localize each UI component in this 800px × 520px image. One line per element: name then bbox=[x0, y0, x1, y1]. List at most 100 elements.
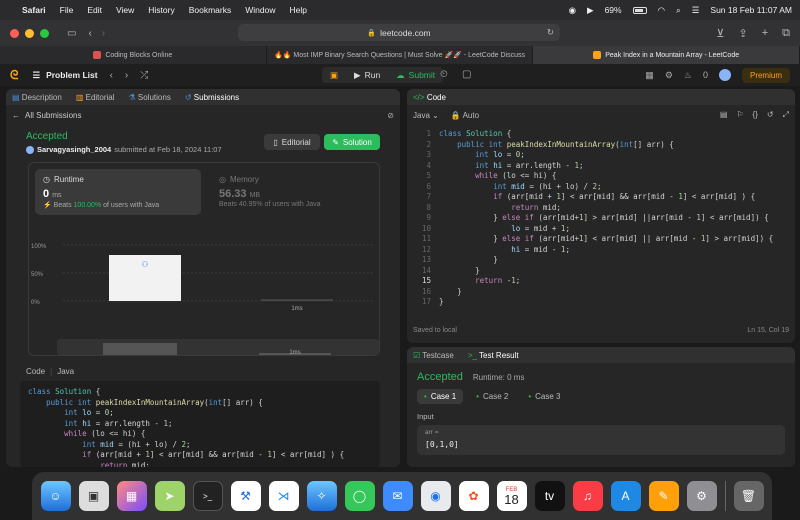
editorial-icon: ▥ bbox=[75, 92, 84, 102]
run-button[interactable]: ▶ Run bbox=[346, 67, 388, 83]
link-icon[interactable]: ⊘ bbox=[387, 111, 394, 120]
solution-button[interactable]: ✎ Solution bbox=[324, 134, 380, 150]
next-problem-icon[interactable]: › bbox=[125, 70, 128, 81]
calendar-icon[interactable]: FEB 18 bbox=[496, 481, 527, 511]
launchpad-icon[interactable]: ▦ bbox=[116, 481, 147, 511]
app-menu[interactable]: Safari bbox=[22, 5, 46, 15]
timer-icon[interactable]: ⏲ bbox=[440, 69, 448, 80]
auto-mode[interactable]: 🔒 Auto bbox=[451, 111, 479, 120]
menu-view[interactable]: View bbox=[116, 5, 134, 15]
search-icon[interactable]: ⌕ bbox=[676, 5, 681, 16]
record-icon[interactable]: ◉ bbox=[569, 5, 576, 16]
braces-icon[interactable]: {} bbox=[753, 110, 758, 120]
terminal-icon[interactable]: >_ bbox=[192, 481, 223, 511]
prev-problem-icon[interactable]: ‹ bbox=[110, 70, 113, 81]
bookmark-icon[interactable]: ⚐ bbox=[736, 110, 743, 120]
datetime[interactable]: Sun 18 Feb 11:07 AM bbox=[710, 5, 792, 15]
tab-editorial[interactable]: ▥ Editorial bbox=[76, 93, 115, 102]
language-label: Java bbox=[413, 110, 430, 120]
messages-icon[interactable]: ◯ bbox=[344, 481, 375, 511]
leetcode-logo-icon[interactable]: ᘓ bbox=[10, 68, 18, 83]
clock-icon: ◷ bbox=[43, 175, 50, 184]
code-editor[interactable]: 1 class Solution {2 public int peakIndexI… bbox=[407, 127, 795, 313]
back-to-submissions[interactable]: ← All Submissions ⊘ bbox=[6, 105, 400, 125]
tab-title: Coding Blocks Online bbox=[105, 51, 173, 59]
menu-edit[interactable]: Edit bbox=[87, 5, 102, 15]
shuffle-icon[interactable]: ⤮ bbox=[140, 70, 148, 81]
tab-testcase[interactable]: ☑ Testcase bbox=[413, 351, 454, 360]
minimize-window-icon[interactable] bbox=[25, 28, 34, 38]
settings-icon[interactable]: ⚙ bbox=[665, 70, 673, 81]
fire-icon[interactable]: ♨ bbox=[684, 70, 692, 81]
problem-list-link[interactable]: ☰ Problem List bbox=[32, 70, 97, 81]
avatar[interactable] bbox=[718, 69, 731, 81]
trash-icon[interactable]: 🗑 bbox=[733, 481, 764, 511]
app-store-icon[interactable]: A bbox=[610, 481, 641, 511]
tab-leetcode-discuss[interactable]: 🔥🔥 Most IMP Binary Search Questions | Mu… bbox=[267, 46, 534, 64]
close-window-icon[interactable] bbox=[10, 28, 19, 38]
menu-window[interactable]: Window bbox=[245, 5, 275, 15]
submit-button[interactable]: ☁ Submit bbox=[388, 67, 443, 83]
tab-submissions[interactable]: ↺ Submissions bbox=[185, 93, 239, 102]
sidebar-toggle-icon[interactable]: ▭ bbox=[67, 28, 76, 39]
case-1-tab[interactable]: • Case 1 bbox=[417, 389, 464, 404]
forward-icon[interactable]: › bbox=[102, 28, 105, 39]
photos-icon[interactable]: ✿ bbox=[458, 481, 489, 511]
editorial-button[interactable]: ▯ Editorial bbox=[264, 134, 320, 150]
memory-card[interactable]: ◎ Memory 56.33 MB Beats 40.95% of users … bbox=[211, 169, 377, 215]
debug-button[interactable]: ▣ bbox=[322, 67, 346, 83]
menu-history[interactable]: History bbox=[148, 5, 174, 15]
tab-coding-blocks[interactable]: Coding Blocks Online bbox=[0, 46, 267, 64]
language-select[interactable]: Java ⌄ bbox=[413, 111, 439, 120]
line-number: 3 bbox=[426, 150, 431, 159]
menu-help[interactable]: Help bbox=[289, 5, 306, 15]
wifi-icon[interactable]: ◠ bbox=[658, 5, 665, 16]
case-2-tab[interactable]: • Case 2 bbox=[469, 389, 515, 404]
pages-icon[interactable]: ✎ bbox=[648, 481, 679, 511]
new-tab-icon[interactable]: + bbox=[762, 27, 768, 40]
play-icon[interactable]: ▶ bbox=[587, 5, 594, 16]
tab-test-result[interactable]: >_ Test Result bbox=[468, 351, 519, 360]
maps-icon[interactable]: ➤ bbox=[154, 481, 185, 511]
premium-button[interactable]: Premium bbox=[741, 67, 790, 83]
battery-icon[interactable] bbox=[632, 6, 647, 14]
username[interactable]: Sarvagyasingh_2004 bbox=[37, 145, 111, 154]
reload-icon[interactable]: ↻ bbox=[547, 27, 554, 38]
control-center-icon[interactable]: ☰ bbox=[692, 5, 700, 16]
share-icon[interactable]: ⇪ bbox=[738, 27, 747, 40]
chrome-icon[interactable]: ◉ bbox=[420, 481, 451, 511]
back-icon[interactable]: ‹ bbox=[88, 28, 91, 39]
menu-bookmarks[interactable]: Bookmarks bbox=[189, 5, 232, 15]
download-icon[interactable]: ⊻ bbox=[716, 27, 724, 40]
memory-beats: Beats 40.95% of users with Java bbox=[219, 201, 321, 208]
xcode-icon[interactable]: ⚒ bbox=[230, 481, 261, 511]
tab-solutions[interactable]: ⚗ Solutions bbox=[129, 93, 171, 102]
notes-icon[interactable]: ▤ bbox=[720, 110, 728, 120]
preview-icon[interactable]: ▣ bbox=[78, 481, 109, 511]
layout-icon[interactable]: ▦ bbox=[645, 70, 654, 81]
mail-icon[interactable]: ✉ bbox=[382, 481, 413, 511]
notes-icon[interactable]: ▢ bbox=[462, 69, 471, 80]
vscode-icon[interactable]: ⋊ bbox=[268, 481, 299, 511]
tab-overview-icon[interactable]: ⧉ bbox=[782, 27, 790, 40]
finder-icon[interactable]: ☺ bbox=[40, 481, 71, 511]
address-bar[interactable]: 🔒 leetcode.com ↻ bbox=[238, 24, 560, 41]
reset-icon[interactable]: ↺ bbox=[767, 110, 774, 120]
music-icon[interactable]: ♫ bbox=[572, 481, 603, 511]
tv-icon[interactable]: tv bbox=[534, 481, 565, 511]
case-3-tab[interactable]: • Case 3 bbox=[521, 389, 567, 404]
tab-description[interactable]: ▤ Description bbox=[12, 93, 62, 102]
runtime-card[interactable]: ◷ Runtime 0 ms ⚡ Beats 100.00% of users … bbox=[35, 169, 201, 215]
safari-icon[interactable]: ✧ bbox=[306, 481, 337, 511]
code-line: } bbox=[475, 265, 480, 275]
tab-peak-index[interactable]: Peak Index in a Mountain Array - LeetCod… bbox=[533, 46, 800, 64]
code-line: lo = mid + 1; bbox=[511, 223, 570, 233]
history-icon: ↺ bbox=[184, 92, 192, 102]
zoom-window-icon[interactable] bbox=[40, 28, 49, 38]
calendar-day: 18 bbox=[504, 491, 519, 507]
user-avatar bbox=[26, 145, 34, 154]
settings-icon[interactable]: ⚙ bbox=[686, 481, 717, 511]
menu-file[interactable]: File bbox=[60, 5, 74, 15]
dock: ☺ ▣ ▦ ➤ >_ ⚒ ⋊ ✧ ◯ ✉ ◉ ✿ FEB 18 tv ♫ A ✎… bbox=[32, 472, 772, 520]
fullscreen-icon[interactable]: ⤢ bbox=[783, 110, 789, 120]
